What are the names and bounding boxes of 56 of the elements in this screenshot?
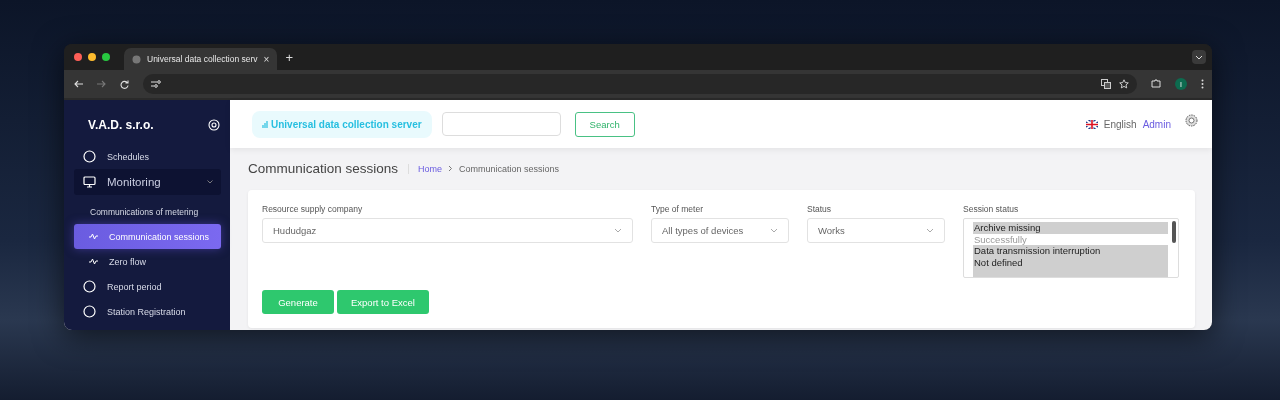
browser-tab[interactable]: Universal data collection serv × [124,48,278,70]
field-label: Status [807,204,833,214]
list-option[interactable]: Data transmission interruption [973,245,1168,257]
chevron-down-icon [770,228,778,233]
menu-icon[interactable] [1201,79,1204,89]
sidebar-item[interactable]: Communications of metering [90,199,221,224]
page-title: Communication sessions [248,161,399,176]
chevron-down-icon [614,228,622,233]
field-label: Resource supply company [262,204,364,214]
circle-icon [83,305,96,318]
select-field[interactable]: Works [807,218,945,243]
chevron-down-icon [926,228,934,233]
pulse-icon [89,258,98,265]
select-field[interactable]: All types of devices [651,218,789,243]
field-label: Type of meter [651,204,704,214]
sidebar-item[interactable]: Report period [74,274,221,299]
breadcrumb-link[interactable]: Home [418,163,443,174]
minimize-window-button[interactable] [88,53,96,61]
list-option[interactable]: Archive missing [973,222,1168,234]
forward-icon[interactable] [97,80,106,88]
collapse-icon[interactable] [208,119,220,131]
new-tab-button[interactable]: + [285,49,293,65]
monitor-icon [83,176,96,188]
breadcrumb-current: Communication sessions [459,163,560,174]
sidebar-item[interactable]: Zero flow [74,249,221,274]
field-label: Session status [963,204,1020,214]
scrollbar[interactable] [1172,221,1176,243]
select-field[interactable]: Hududgaz [262,218,633,243]
maximize-window-button[interactable] [102,53,110,61]
search-field[interactable] [441,112,561,136]
language-selector[interactable]: English [1103,118,1137,130]
chevron-down-icon [1195,54,1203,60]
sidebar-item[interactable]: Monitoring [74,169,221,195]
circle-icon [83,280,96,293]
tab-list-button[interactable] [1192,50,1206,64]
sidebar-item[interactable]: Communication sessions [74,224,221,249]
bar-chart-icon [262,120,269,128]
listbox[interactable]: Archive missing Successfully Data transmission interruption Not defined [963,218,1179,278]
site-settings-icon[interactable] [151,80,161,88]
flag-icon [1085,119,1098,129]
chevron-right-icon [448,165,454,172]
close-tab-button[interactable]: × [263,53,270,65]
back-icon[interactable] [74,80,83,88]
circle-icon [83,150,96,163]
settings-icon[interactable] [1185,113,1198,127]
sidebar-item[interactable]: Schedules [74,144,221,169]
pulse-icon [89,233,98,240]
brand-name: V.A.D. s.r.o. [88,118,154,132]
globe-icon [132,54,141,64]
translate-icon[interactable] [1101,79,1111,89]
user-name[interactable]: Admin [1142,118,1171,130]
reload-icon[interactable] [120,79,129,89]
star-icon[interactable] [1119,79,1129,89]
extensions-icon[interactable] [1151,79,1161,89]
close-window-button[interactable] [74,53,82,61]
sidebar-item[interactable]: Station Registration [74,299,221,324]
